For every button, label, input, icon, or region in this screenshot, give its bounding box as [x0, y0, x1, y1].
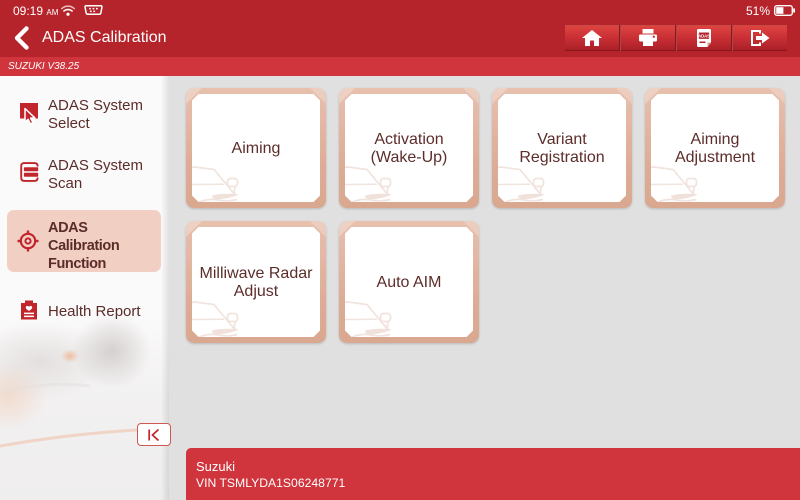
svg-text:ADAS: ADAS [698, 33, 710, 38]
